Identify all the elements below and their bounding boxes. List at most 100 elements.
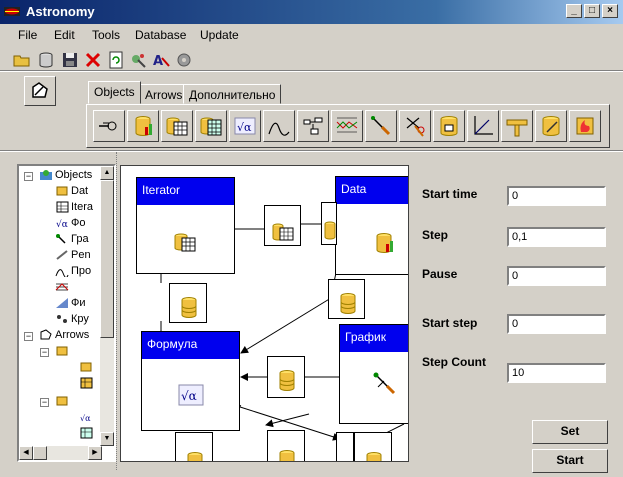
formula-component-button[interactable]: √α bbox=[229, 110, 261, 142]
tree-item-formula[interactable]: √α Фо bbox=[55, 217, 85, 233]
start-button[interactable]: Start bbox=[532, 449, 608, 473]
tree-item-label: Objects bbox=[55, 169, 93, 181]
data-component-button[interactable] bbox=[127, 110, 159, 142]
scissors-component-button[interactable] bbox=[399, 110, 431, 142]
start-step-input[interactable] bbox=[507, 314, 606, 334]
link-bottom-node-2[interactable] bbox=[267, 430, 305, 461]
tree-item-arrows[interactable]: Arrows bbox=[39, 329, 89, 345]
component-palette: √α bbox=[86, 104, 610, 148]
link-component-button[interactable] bbox=[93, 110, 125, 142]
tree-item-process[interactable]: Про bbox=[55, 265, 91, 281]
iterator-table-icon bbox=[174, 233, 196, 252]
scroll-down-button[interactable]: ▼ bbox=[100, 432, 114, 446]
table-icon bbox=[200, 117, 222, 136]
graph-tool-icon bbox=[303, 117, 323, 135]
tree-item-circle[interactable]: Кру bbox=[55, 313, 89, 329]
data-chart-component-button[interactable] bbox=[433, 110, 465, 142]
tab-arrows[interactable]: Arrows bbox=[139, 84, 189, 104]
pause-label: Pause bbox=[422, 267, 458, 281]
tree-item-data[interactable]: Dat bbox=[55, 185, 88, 201]
link-data-icon bbox=[80, 362, 92, 372]
step-input[interactable] bbox=[507, 227, 606, 247]
start-time-label: Start time bbox=[422, 187, 478, 201]
graph-node[interactable]: График bbox=[339, 324, 408, 424]
tree-item-label: Кру bbox=[71, 313, 89, 325]
formula-node[interactable]: Формула √α bbox=[141, 331, 240, 431]
link-graph-formula-node[interactable] bbox=[267, 356, 305, 398]
scroll-thumb[interactable] bbox=[100, 180, 114, 338]
tree-item-label: Itera bbox=[71, 201, 94, 213]
toolbar: A bbox=[0, 46, 623, 72]
scroll-left-button[interactable]: ◀ bbox=[19, 446, 33, 460]
iterator-node[interactable]: Iterator bbox=[136, 177, 235, 274]
svg-text:A: A bbox=[153, 54, 163, 69]
scroll-up-button[interactable]: ▲ bbox=[100, 166, 114, 180]
tree-expander-arrow-group-2[interactable]: − bbox=[40, 398, 49, 407]
tab-objects[interactable]: Objects bbox=[88, 81, 141, 104]
close-button[interactable]: × bbox=[602, 4, 618, 18]
set-button[interactable]: Set bbox=[532, 420, 608, 444]
title-bar: Astronomy _ □ × bbox=[0, 0, 623, 24]
fire-component-button[interactable] bbox=[569, 110, 601, 142]
menu-update[interactable]: Update bbox=[200, 28, 239, 42]
tree-item-chart-lines[interactable] bbox=[55, 281, 71, 297]
open-folder-icon[interactable] bbox=[12, 50, 32, 70]
tree-item-label: Фо bbox=[71, 217, 86, 229]
curve-component-button[interactable] bbox=[263, 110, 295, 142]
probe-component-button[interactable] bbox=[365, 110, 397, 142]
node-title: Формула bbox=[142, 332, 239, 359]
tree-horizontal-scrollbar[interactable]: ◀ ▶ bbox=[19, 446, 102, 460]
refresh-icon[interactable] bbox=[106, 50, 126, 70]
settings-icon[interactable] bbox=[174, 50, 194, 70]
pointer-tool-button[interactable] bbox=[24, 76, 56, 106]
graph-tool-component-button[interactable] bbox=[297, 110, 329, 142]
link-table-icon bbox=[272, 223, 294, 241]
object-tree[interactable]: − Objects Dat Itera √α Фо Гра Pen Про Фи … bbox=[17, 164, 116, 462]
axes-component-button[interactable] bbox=[467, 110, 499, 142]
link-data-formula-node[interactable] bbox=[328, 279, 365, 319]
link-iterator-formula-node[interactable] bbox=[169, 283, 207, 323]
tree-expander-arrows[interactable]: − bbox=[24, 332, 33, 341]
tree-item-graph[interactable]: Гра bbox=[55, 233, 89, 249]
tree-item-iterator[interactable]: Itera bbox=[55, 201, 93, 217]
link-table-node[interactable] bbox=[264, 205, 301, 246]
minimize-button[interactable]: _ bbox=[566, 4, 582, 18]
delete-icon[interactable] bbox=[83, 50, 103, 70]
database-icon[interactable] bbox=[36, 50, 56, 70]
menu-edit[interactable]: Edit bbox=[54, 28, 75, 42]
tree-item-objects[interactable]: Objects bbox=[39, 169, 92, 185]
tree-item-pen[interactable]: Pen bbox=[55, 249, 91, 265]
data-pencil-component-button[interactable] bbox=[535, 110, 567, 142]
link-bottom-node-4[interactable] bbox=[354, 432, 392, 461]
data-node[interactable]: Data bbox=[335, 176, 408, 275]
tree-item-figure[interactable]: Фи bbox=[55, 297, 86, 313]
save-icon[interactable] bbox=[60, 50, 80, 70]
link-bottom-node-3[interactable] bbox=[336, 432, 354, 461]
tree-vertical-scrollbar[interactable]: ▲ ▼ bbox=[100, 166, 114, 446]
data-chart-icon bbox=[440, 116, 458, 136]
tools-icon[interactable] bbox=[128, 50, 148, 70]
diagram-canvas[interactable]: Iterator Data Формула √α График bbox=[120, 165, 409, 462]
step-count-input[interactable] bbox=[507, 363, 606, 383]
chart-lines-component-button[interactable] bbox=[331, 110, 363, 142]
svg-text:√α: √α bbox=[237, 121, 252, 134]
menu-database[interactable]: Database bbox=[135, 28, 186, 42]
translate-icon[interactable]: A bbox=[151, 50, 171, 70]
menu-tools[interactable]: Tools bbox=[92, 28, 120, 42]
menu-file[interactable]: File bbox=[18, 28, 37, 42]
pane-splitter[interactable] bbox=[116, 152, 119, 470]
pause-input[interactable] bbox=[507, 266, 606, 286]
tree-expander-objects[interactable]: − bbox=[24, 172, 33, 181]
tree-expander-arrow-group-1[interactable]: − bbox=[40, 348, 49, 357]
maximize-button[interactable]: □ bbox=[584, 4, 600, 18]
ruler-component-button[interactable] bbox=[501, 110, 533, 142]
tab-additional[interactable]: Дополнительно bbox=[183, 84, 282, 104]
table-component-button[interactable] bbox=[195, 110, 227, 142]
scroll-right-button[interactable]: ▶ bbox=[88, 446, 102, 460]
link-bottom-node-1[interactable] bbox=[175, 432, 213, 461]
link-data-node[interactable] bbox=[321, 202, 337, 245]
start-time-input[interactable] bbox=[507, 186, 606, 206]
iterator-component-button[interactable] bbox=[161, 110, 193, 142]
scroll-thumb[interactable] bbox=[33, 446, 47, 460]
pointer-arrow-icon bbox=[32, 82, 48, 98]
